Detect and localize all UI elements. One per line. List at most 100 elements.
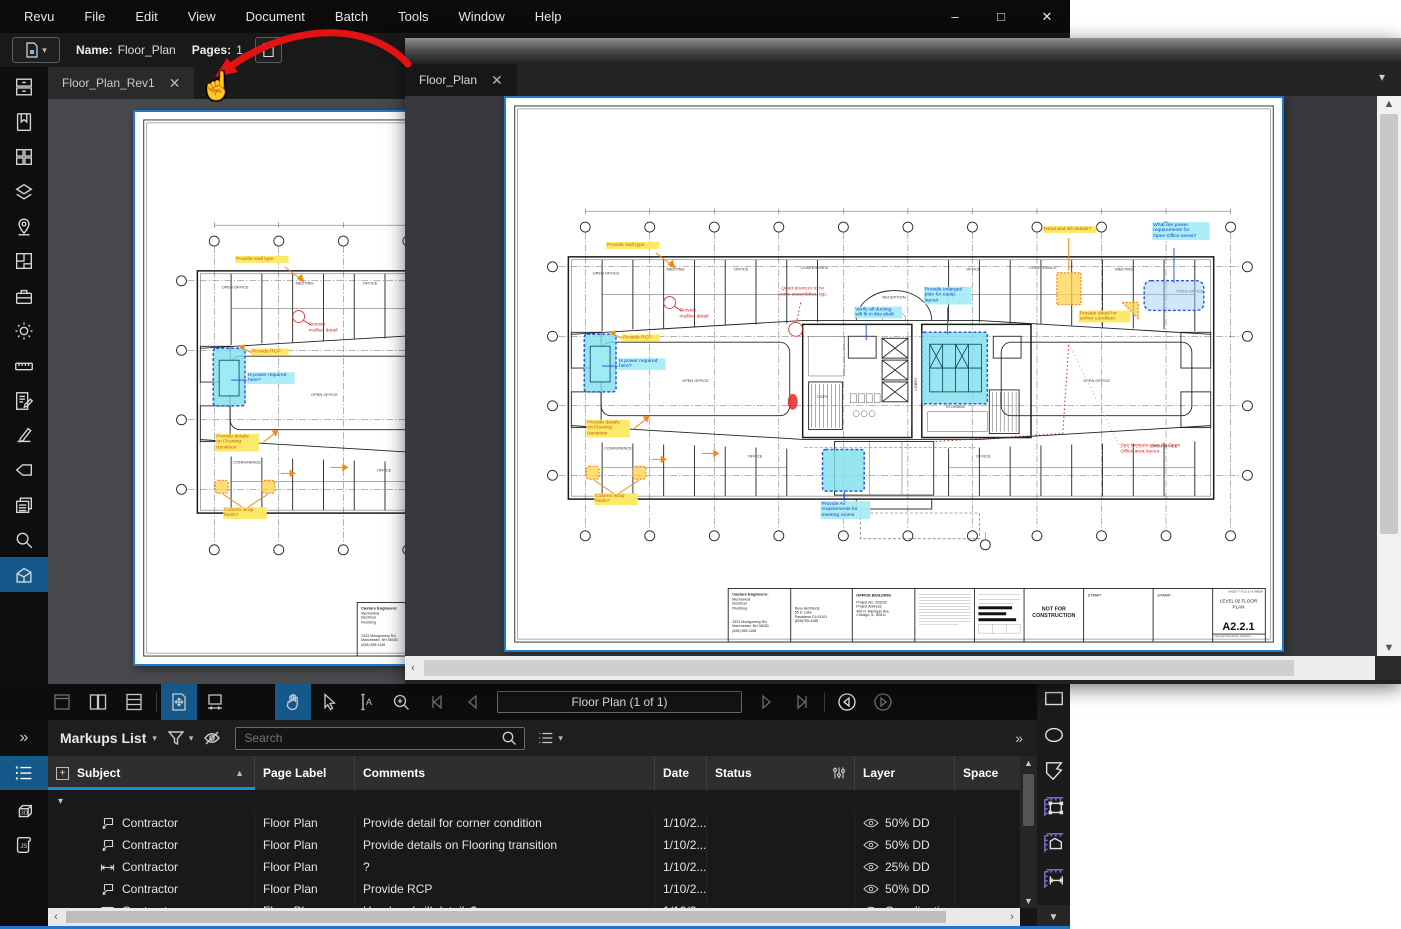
markup-row[interactable]: ContractorFloor Plan?1/10/2...25% DD <box>48 856 1020 878</box>
document-workspace-floating[interactable]: OPEN OFFICE MEETING OFFICE CONFERENCE RE… <box>405 96 1377 656</box>
markup-row[interactable]: ContractorFloor PlanProvide details on F… <box>48 834 1020 856</box>
status-filter-icon[interactable] <box>832 766 846 780</box>
rectangle-tool-icon[interactable] <box>1043 688 1065 710</box>
chevron-down-icon[interactable]: ▾ <box>152 733 157 744</box>
places-icon[interactable] <box>0 209 48 244</box>
markup-row[interactable]: ContractorFloor PlanProvide detail for c… <box>48 812 1020 834</box>
scroll-left-icon[interactable]: ‹ <box>405 662 421 674</box>
previous-view-icon[interactable] <box>829 684 865 720</box>
pan-page-view-icon[interactable] <box>161 684 197 720</box>
group-row[interactable]: ▾ <box>48 790 1020 812</box>
menu-file[interactable]: File <box>84 9 105 24</box>
measure-area-icon[interactable] <box>1043 796 1065 818</box>
column-page-label[interactable]: Page Label <box>255 756 355 790</box>
expand-panel-icon[interactable]: » <box>0 720 48 756</box>
markup-row[interactable]: ContractorFloor PlanProvide RCP1/10/2...… <box>48 878 1020 900</box>
scroll-down-icon[interactable]: ▼ <box>1384 642 1395 654</box>
last-page-icon[interactable] <box>784 684 820 720</box>
properties-gear-icon[interactable] <box>0 314 48 349</box>
search-icon[interactable] <box>500 729 518 747</box>
menu-revu[interactable]: Revu <box>24 9 54 24</box>
tab-floor-plan-rev1[interactable]: Floor_Plan_Rev1 ✕ <box>48 67 194 99</box>
table-horizontal-scrollbar[interactable]: ‹ › <box>48 908 1020 926</box>
document-menu-button[interactable]: ▾ <box>12 37 60 63</box>
scroll-right-icon[interactable]: › <box>1004 911 1020 923</box>
markups-list-title[interactable]: Markups List <box>60 730 146 746</box>
menu-edit[interactable]: Edit <box>135 9 157 24</box>
page-nav-field[interactable]: Floor Plan (1 of 1) <box>497 691 742 713</box>
list-options-icon[interactable] <box>537 729 555 747</box>
floating-window-titlebar[interactable] <box>405 38 1401 62</box>
menu-batch[interactable]: Batch <box>335 9 368 24</box>
continuous-view-icon[interactable] <box>116 684 152 720</box>
ellipse-tool-icon[interactable] <box>1043 724 1065 746</box>
column-status[interactable]: Status <box>707 756 855 790</box>
zoom-tool-icon[interactable] <box>383 684 419 720</box>
single-page-view-icon[interactable] <box>44 684 80 720</box>
next-view-icon[interactable] <box>865 684 901 720</box>
maximize-icon[interactable]: □ <box>978 0 1024 33</box>
studio-icon[interactable] <box>0 557 48 592</box>
thumbnails-icon[interactable] <box>0 140 48 175</box>
tab-close-icon[interactable]: ✕ <box>169 76 181 90</box>
next-page-icon[interactable] <box>748 684 784 720</box>
measure-perimeter-icon[interactable] <box>1043 832 1065 854</box>
menu-document[interactable]: Document <box>246 9 305 24</box>
hide-markups-icon[interactable] <box>203 729 221 747</box>
filter-icon[interactable] <box>167 729 185 747</box>
side-by-side-view-icon[interactable] <box>80 684 116 720</box>
visibility-eye-icon[interactable] <box>863 840 879 850</box>
minimize-icon[interactable]: – <box>932 0 978 33</box>
hscroll-thumb[interactable] <box>66 911 946 923</box>
search-icon[interactable] <box>0 522 48 557</box>
layers-icon[interactable] <box>0 174 48 209</box>
more-tools-icon[interactable]: » <box>1015 730 1023 746</box>
filter-chevron-icon[interactable]: ▾ <box>189 733 194 744</box>
scroll-up-icon[interactable]: ▲ <box>1024 758 1033 768</box>
column-date[interactable]: Date <box>655 756 707 790</box>
scroll-up-icon[interactable]: ▲ <box>1384 98 1395 110</box>
first-page-icon[interactable] <box>419 684 455 720</box>
scroll-left-icon[interactable]: ‹ <box>48 911 64 923</box>
column-space[interactable]: Space <box>955 756 1020 790</box>
tool-chest-icon[interactable] <box>0 279 48 314</box>
new-page-button[interactable] <box>255 37 282 63</box>
pan-tool-icon[interactable] <box>275 684 311 720</box>
sets-icon[interactable] <box>0 488 48 523</box>
close-icon[interactable]: ✕ <box>1024 0 1070 33</box>
measurements-icon[interactable] <box>0 348 48 383</box>
column-layer[interactable]: Layer <box>855 756 955 790</box>
menu-tools[interactable]: Tools <box>398 9 428 24</box>
expand-all-icon[interactable]: + <box>56 767 69 780</box>
bookmarks-icon[interactable] <box>0 105 48 140</box>
javascript-tab-icon[interactable]: JS <box>0 828 48 862</box>
visibility-eye-icon[interactable] <box>863 818 879 828</box>
column-subject[interactable]: + Subject ▲ <box>48 756 255 790</box>
floating-vscroll-thumb[interactable] <box>1380 114 1398 534</box>
select-tool-icon[interactable] <box>311 684 347 720</box>
menu-help[interactable]: Help <box>535 9 562 24</box>
spaces-icon[interactable] <box>0 244 48 279</box>
tab-close-icon[interactable]: ✕ <box>491 73 503 87</box>
previous-page-icon[interactable] <box>455 684 491 720</box>
floating-horizontal-scrollbar[interactable]: ‹ <box>405 656 1375 680</box>
file-access-icon[interactable] <box>0 70 48 105</box>
tab-floor-plan[interactable]: Floor_Plan ✕ <box>405 64 517 96</box>
3d-model-tab-icon[interactable]: 3D <box>0 794 48 828</box>
polygon-tool-icon[interactable] <box>1043 760 1065 782</box>
menu-window[interactable]: Window <box>459 9 505 24</box>
select-text-icon[interactable]: A <box>347 684 383 720</box>
markup-summary-icon[interactable] <box>0 383 48 418</box>
search-input[interactable] <box>236 731 500 745</box>
scroll-down-icon[interactable]: ▼ <box>1024 896 1033 906</box>
list-options-chevron-icon[interactable]: ▾ <box>558 733 563 744</box>
markup-row[interactable]: ContractorFloor PlanHead and sill detail… <box>48 900 1020 908</box>
floating-hscroll-thumb[interactable] <box>424 660 1294 676</box>
visibility-eye-icon[interactable] <box>863 884 879 894</box>
signatures-icon[interactable] <box>0 418 48 453</box>
column-comments[interactable]: Comments <box>355 756 655 790</box>
floor-plan-sheet[interactable]: OPEN OFFICE MEETING OFFICE CONFERENCE RE… <box>504 96 1284 652</box>
collapse-group-icon[interactable]: ▾ <box>58 796 63 807</box>
tab-list-chevron-icon[interactable]: ▾ <box>1379 70 1385 84</box>
menu-view[interactable]: View <box>188 9 216 24</box>
